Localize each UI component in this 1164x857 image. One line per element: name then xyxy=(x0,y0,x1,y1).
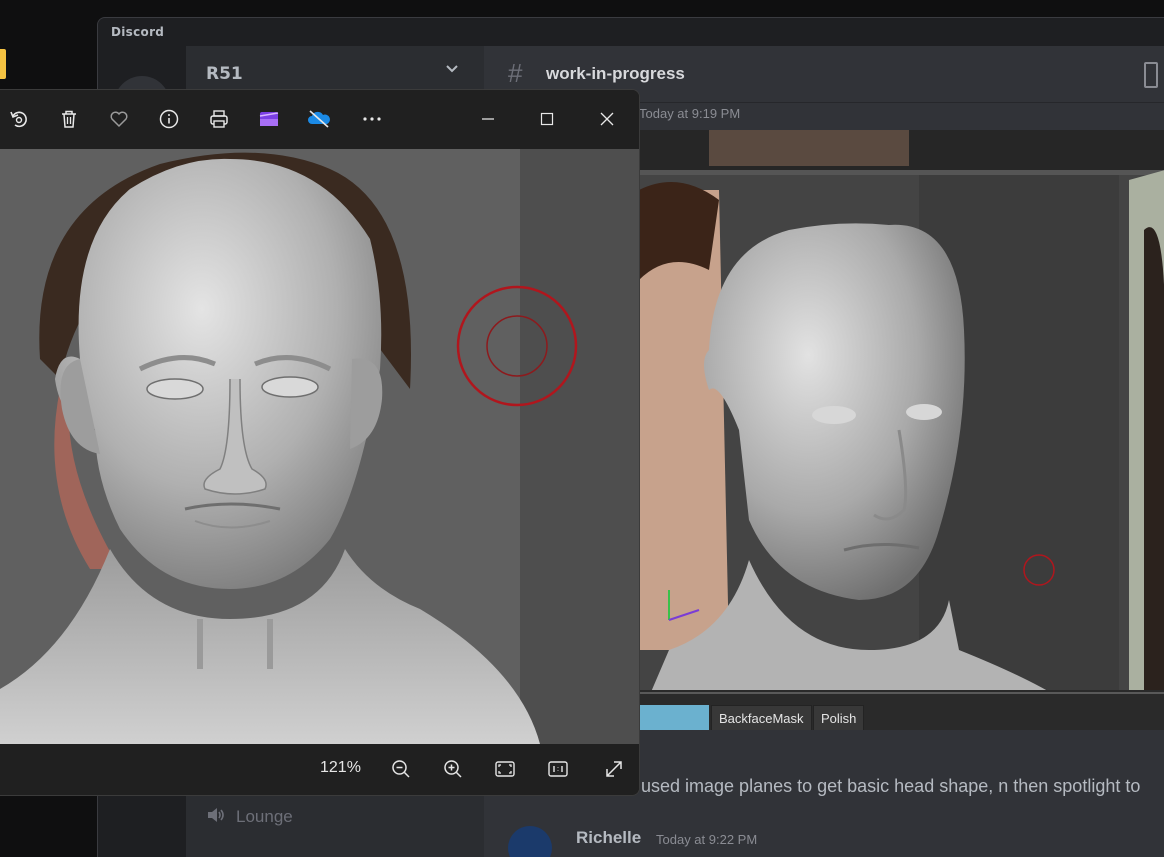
rotate-icon[interactable] xyxy=(7,107,31,131)
hash-icon: # xyxy=(508,58,523,88)
attachment-tab-polish: Polish xyxy=(813,705,865,730)
delete-icon[interactable] xyxy=(57,107,81,131)
onedrive-icon[interactable] xyxy=(307,107,331,131)
sculpt-head-image xyxy=(0,149,639,744)
threads-icon[interactable] xyxy=(1144,62,1158,88)
voice-channel-lounge[interactable]: Lounge xyxy=(206,803,466,831)
message-author[interactable]: Richelle xyxy=(576,828,641,848)
photo-viewer-window: 121% xyxy=(0,89,640,796)
message-timestamp: Today at 9:19 PM xyxy=(639,106,741,121)
zoom-in-icon[interactable] xyxy=(441,757,465,781)
server-name: R51 xyxy=(206,64,243,84)
message-timestamp-next: Today at 9:22 PM xyxy=(656,832,758,847)
fit-to-window-icon[interactable] xyxy=(493,757,517,781)
voice-channel-label: Lounge xyxy=(236,807,293,826)
zoom-level[interactable]: 121% xyxy=(320,759,361,777)
more-icon[interactable] xyxy=(360,107,384,131)
channel-name: work-in-progress xyxy=(546,64,685,83)
zbrush-screenshot xyxy=(639,130,1164,730)
clipchamp-icon[interactable] xyxy=(257,107,281,131)
viewer-image xyxy=(0,149,639,744)
message-image-attachment[interactable]: BackfaceMask Polish xyxy=(639,130,1164,730)
info-icon[interactable] xyxy=(157,107,181,131)
app-title: Discord xyxy=(111,25,165,39)
attachment-tab-backfacemask: BackfaceMask xyxy=(711,705,812,730)
viewer-toolbar xyxy=(0,90,639,149)
actual-size-icon[interactable] xyxy=(546,757,570,781)
speaker-icon xyxy=(206,805,226,829)
discord-titlebar: Discord xyxy=(98,18,1164,46)
folder-icon[interactable] xyxy=(0,49,6,79)
chevron-down-icon xyxy=(444,60,460,80)
message-text: used image planes to get basic head shap… xyxy=(641,776,1141,796)
zoom-out-icon[interactable] xyxy=(389,757,413,781)
close-icon[interactable] xyxy=(595,107,619,131)
fullscreen-icon[interactable] xyxy=(602,757,626,781)
print-icon[interactable] xyxy=(207,107,231,131)
minimize-icon[interactable] xyxy=(476,107,500,131)
maximize-icon[interactable] xyxy=(535,107,559,131)
favorite-icon[interactable] xyxy=(107,107,131,131)
avatar[interactable] xyxy=(508,826,552,857)
